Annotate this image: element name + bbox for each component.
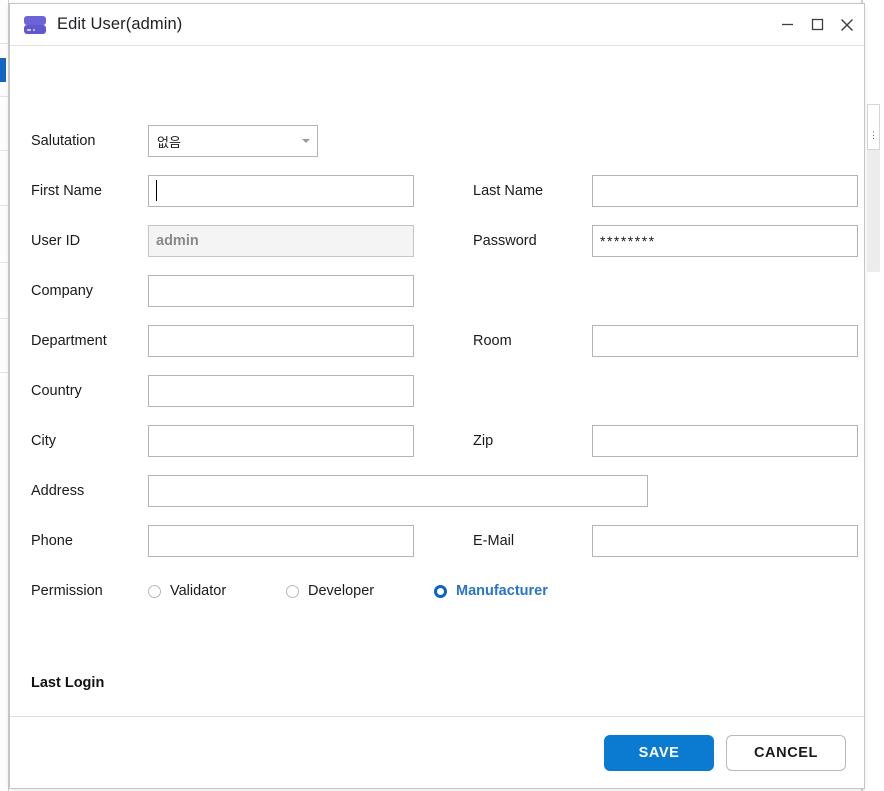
row-city: City Zip xyxy=(10,424,864,458)
dialog-title: Edit User(admin) xyxy=(57,15,183,33)
room-label: Room xyxy=(473,333,512,349)
server-icon xyxy=(23,13,47,37)
salutation-selected-value: 없음 xyxy=(157,134,181,150)
address-label: Address xyxy=(31,483,85,499)
password-input[interactable] xyxy=(592,225,858,257)
company-input[interactable] xyxy=(148,275,414,307)
row-country: Country xyxy=(10,374,864,408)
row-company: Company xyxy=(10,274,864,308)
email-input[interactable] xyxy=(592,525,858,557)
permission-radio-group: Validator Developer Manufacturer xyxy=(148,574,548,608)
dialog-body: Salutation 없음 First Name Last Name User … xyxy=(10,46,864,716)
first-name-label: First Name xyxy=(31,183,102,199)
salutation-select[interactable]: 없음 xyxy=(148,125,318,157)
department-label: Department xyxy=(31,333,107,349)
dialog-footer: SAVE CANCEL xyxy=(10,716,864,788)
department-input[interactable] xyxy=(148,325,414,357)
address-input[interactable] xyxy=(148,475,648,507)
phone-input[interactable] xyxy=(148,525,414,557)
country-label: Country xyxy=(31,383,82,399)
radio-circle-icon xyxy=(148,584,161,598)
background-scrollbar-thumb[interactable] xyxy=(867,104,880,150)
row-name: First Name Last Name xyxy=(10,174,864,208)
country-input[interactable] xyxy=(148,375,414,407)
last-name-input[interactable] xyxy=(592,175,858,207)
city-input[interactable] xyxy=(148,425,414,457)
close-icon[interactable] xyxy=(832,4,862,46)
row-permission: Permission Validator Developer Manufactu… xyxy=(10,574,864,608)
password-label: Password xyxy=(473,233,537,249)
first-name-input[interactable] xyxy=(148,175,414,207)
radio-developer-label: Developer xyxy=(308,583,375,599)
last-name-label: Last Name xyxy=(473,183,544,199)
email-label: E-Mail xyxy=(473,533,515,549)
row-last-login: Last Login xyxy=(10,666,864,700)
zip-label: Zip xyxy=(473,433,494,449)
city-label: City xyxy=(31,433,56,449)
window-controls xyxy=(772,4,862,45)
radio-validator[interactable]: Validator xyxy=(148,583,286,599)
dialog-titlebar: Edit User(admin) xyxy=(10,4,864,46)
company-label: Company xyxy=(31,283,94,299)
radio-circle-selected-icon xyxy=(434,584,447,598)
room-input[interactable] xyxy=(592,325,858,357)
save-button[interactable]: SAVE xyxy=(604,734,714,771)
radio-developer[interactable]: Developer xyxy=(286,583,434,599)
radio-manufacturer-label: Manufacturer xyxy=(456,583,548,599)
row-address: Address xyxy=(10,474,864,508)
maximize-icon[interactable] xyxy=(802,4,832,46)
salutation-label: Salutation xyxy=(31,133,96,149)
permission-label: Permission xyxy=(31,583,103,599)
edit-user-dialog: Edit User(admin) Salutation 없음 First Nam… xyxy=(9,3,865,789)
radio-manufacturer[interactable]: Manufacturer xyxy=(434,583,548,599)
radio-circle-icon xyxy=(286,584,299,598)
background-right-panel: ⋮ xyxy=(862,0,884,791)
last-login-label: Last Login xyxy=(31,675,105,691)
row-contact: Phone E-Mail xyxy=(10,524,864,558)
user-id-input xyxy=(148,225,414,257)
phone-label: Phone xyxy=(31,533,73,549)
minimize-icon[interactable] xyxy=(772,4,802,46)
cancel-button[interactable]: CANCEL xyxy=(726,734,846,771)
background-left-rows xyxy=(0,0,8,791)
row-salutation: Salutation 없음 xyxy=(10,124,864,158)
text-caret xyxy=(156,180,157,201)
row-department: Department Room xyxy=(10,324,864,358)
background-left-selection-marker xyxy=(0,58,6,82)
user-id-label: User ID xyxy=(31,233,81,249)
background-scrollbar-glyph: ⋮ xyxy=(869,130,878,140)
radio-validator-label: Validator xyxy=(170,583,227,599)
row-credentials: User ID Password xyxy=(10,224,864,258)
zip-input[interactable] xyxy=(592,425,858,457)
chevron-down-icon xyxy=(295,139,317,143)
